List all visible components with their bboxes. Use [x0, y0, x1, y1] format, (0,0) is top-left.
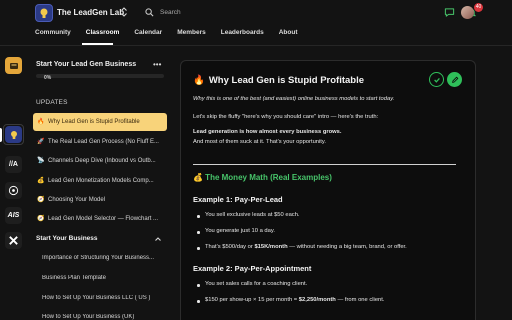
lesson-item[interactable]: 📡 Channels Deep Dive (Inbound vs Outb...: [33, 152, 167, 170]
bullet-text: You set sales calls for a coaching clien…: [205, 281, 308, 287]
lesson-item[interactable]: 🚀 The Real Lead Gen Process (No Fluff E..…: [33, 133, 167, 151]
tab-community[interactable]: Community: [35, 28, 86, 44]
bullet-text-part: — without needing a big team, brand, or …: [287, 244, 407, 250]
tab-calendar[interactable]: Calendar: [134, 28, 177, 44]
satellite-icon: 📡: [37, 158, 45, 164]
fire-icon: 🔥: [193, 75, 205, 86]
chevron-up-icon[interactable]: [154, 235, 162, 243]
course-badge-icon[interactable]: [5, 57, 22, 74]
grid-logo-icon[interactable]: [5, 182, 22, 199]
example-heading: Example 1: Pay-Per-Lead: [193, 195, 283, 204]
search-input[interactable]: Search: [160, 9, 181, 16]
search-icon[interactable]: [145, 8, 154, 17]
edit-lesson-button[interactable]: [447, 72, 462, 87]
x-logo-icon[interactable]: [5, 232, 22, 249]
user-avatar[interactable]: [461, 6, 474, 19]
module-updates-label: UPDATES: [36, 99, 68, 106]
module-section-title[interactable]: Start Your Business: [36, 235, 98, 242]
lesson-label: Channels Deep Dive (Inbound vs Outb...: [48, 158, 156, 164]
chevron-updown-icon[interactable]: [120, 6, 128, 18]
rocket-icon: 🚀: [37, 139, 45, 145]
compass-icon: 🧭: [37, 197, 45, 203]
main-nav: Community Classroom Calendar Members Lea…: [35, 28, 313, 44]
pencil-icon: [451, 76, 458, 83]
chat-icon[interactable]: [444, 7, 455, 18]
bullet-text-bold: $2,250/month: [298, 297, 336, 303]
course-progress-bar: [36, 74, 164, 78]
rail-item-a[interactable]: //A: [5, 156, 22, 173]
section-lesson-item[interactable]: Importance of Structuring Your Business.…: [42, 255, 164, 261]
section-lesson-item[interactable]: Business Plan Template: [42, 275, 164, 281]
lesson-label: Lead Gen Monetization Models Comp...: [48, 178, 154, 184]
bullet-dot: [197, 215, 200, 218]
section-lesson-item[interactable]: How to Set Up Your Business LLC ( US ): [42, 295, 164, 301]
course-title: Start Your Lead Gen Business: [36, 61, 137, 68]
active-community-indicator: [0, 128, 2, 142]
community-rail: //A AIS: [0, 46, 28, 320]
lesson-paragraph: Let's skip the fluffy "here's why you sh…: [193, 114, 379, 120]
section-lesson-item[interactable]: How to Set Up Your Business (UK): [42, 314, 164, 320]
bullet-text-part: $150 per show-up × 15 per month =: [205, 297, 299, 303]
lesson-item[interactable]: 💰 Lead Gen Monetization Models Comp...: [33, 172, 167, 190]
bullet-text: $150 per show-up × 15 per month = $2,250…: [205, 297, 385, 303]
tab-classroom[interactable]: Classroom: [86, 28, 135, 44]
leadgen-lab-icon[interactable]: [5, 126, 22, 143]
bullet-text-bold: $15K/month: [254, 244, 288, 250]
leadgen-lab-logo-icon[interactable]: [35, 4, 53, 22]
tab-leaderboards[interactable]: Leaderboards: [221, 28, 279, 44]
community-name[interactable]: The LeadGen Lab: [57, 8, 124, 17]
tab-members[interactable]: Members: [177, 28, 221, 44]
course-progress-percent: 0%: [44, 75, 52, 81]
fire-icon: 🔥: [37, 119, 45, 125]
lesson-item-active[interactable]: 🔥 Why Lead Gen is Stupid Profitable: [33, 113, 167, 131]
mark-complete-button[interactable]: [429, 72, 444, 87]
bullet-text: You sell exclusive leads at $50 each.: [205, 212, 300, 218]
lesson-bold-line: Lead generation is how almost every busi…: [193, 129, 342, 135]
notification-count-badge: 40: [474, 3, 483, 12]
lesson-title-text: Why Lead Gen is Stupid Profitable: [208, 75, 365, 86]
rail-item-ais[interactable]: AIS: [5, 207, 22, 224]
example-heading: Example 2: Pay-Per-Appointment: [193, 264, 312, 273]
lesson-label: The Real Lead Gen Process (No Fluff E...: [48, 139, 159, 145]
lesson-title: 🔥 Why Lead Gen is Stupid Profitable: [193, 75, 364, 86]
money-math-heading: 💰 The Money Math (Real Examples): [193, 173, 332, 182]
lesson-label: Why Lead Gen is Stupid Profitable: [48, 119, 140, 125]
check-icon: [433, 77, 440, 83]
tab-about[interactable]: About: [279, 28, 313, 44]
top-bar: The LeadGen Lab Search 40: [0, 0, 512, 26]
compass-icon: 🧭: [37, 216, 45, 222]
header-divider: [0, 45, 512, 46]
lesson-item[interactable]: 🧭 Lead Gen Model Selector — Flowchart ...: [33, 210, 167, 228]
lesson-paragraph: And most of them suck at it. That's your…: [193, 139, 326, 145]
bullet-text: That's $500/day or $15K/month — without …: [205, 244, 407, 250]
bullet-text-part: That's $500/day or: [205, 244, 255, 250]
bullet-text: You generate just 10 a day.: [205, 228, 275, 234]
bullet-dot: [197, 300, 200, 303]
lesson-label: Choosing Your Model: [48, 197, 106, 203]
bullet-text-part: — from one client.: [335, 297, 385, 303]
bullet-dot: [197, 284, 200, 287]
lesson-item[interactable]: 🧭 Choosing Your Model: [33, 191, 167, 209]
bullet-dot: [197, 231, 200, 234]
content-divider: [193, 164, 456, 165]
course-more-menu-icon[interactable]: •••: [153, 60, 161, 69]
bullet-dot: [197, 247, 200, 250]
lesson-label: Lead Gen Model Selector — Flowchart ...: [48, 216, 159, 222]
lesson-intro-italic: Why this is one of the best (and easiest…: [193, 96, 395, 102]
money-bag-icon: 💰: [37, 178, 45, 184]
